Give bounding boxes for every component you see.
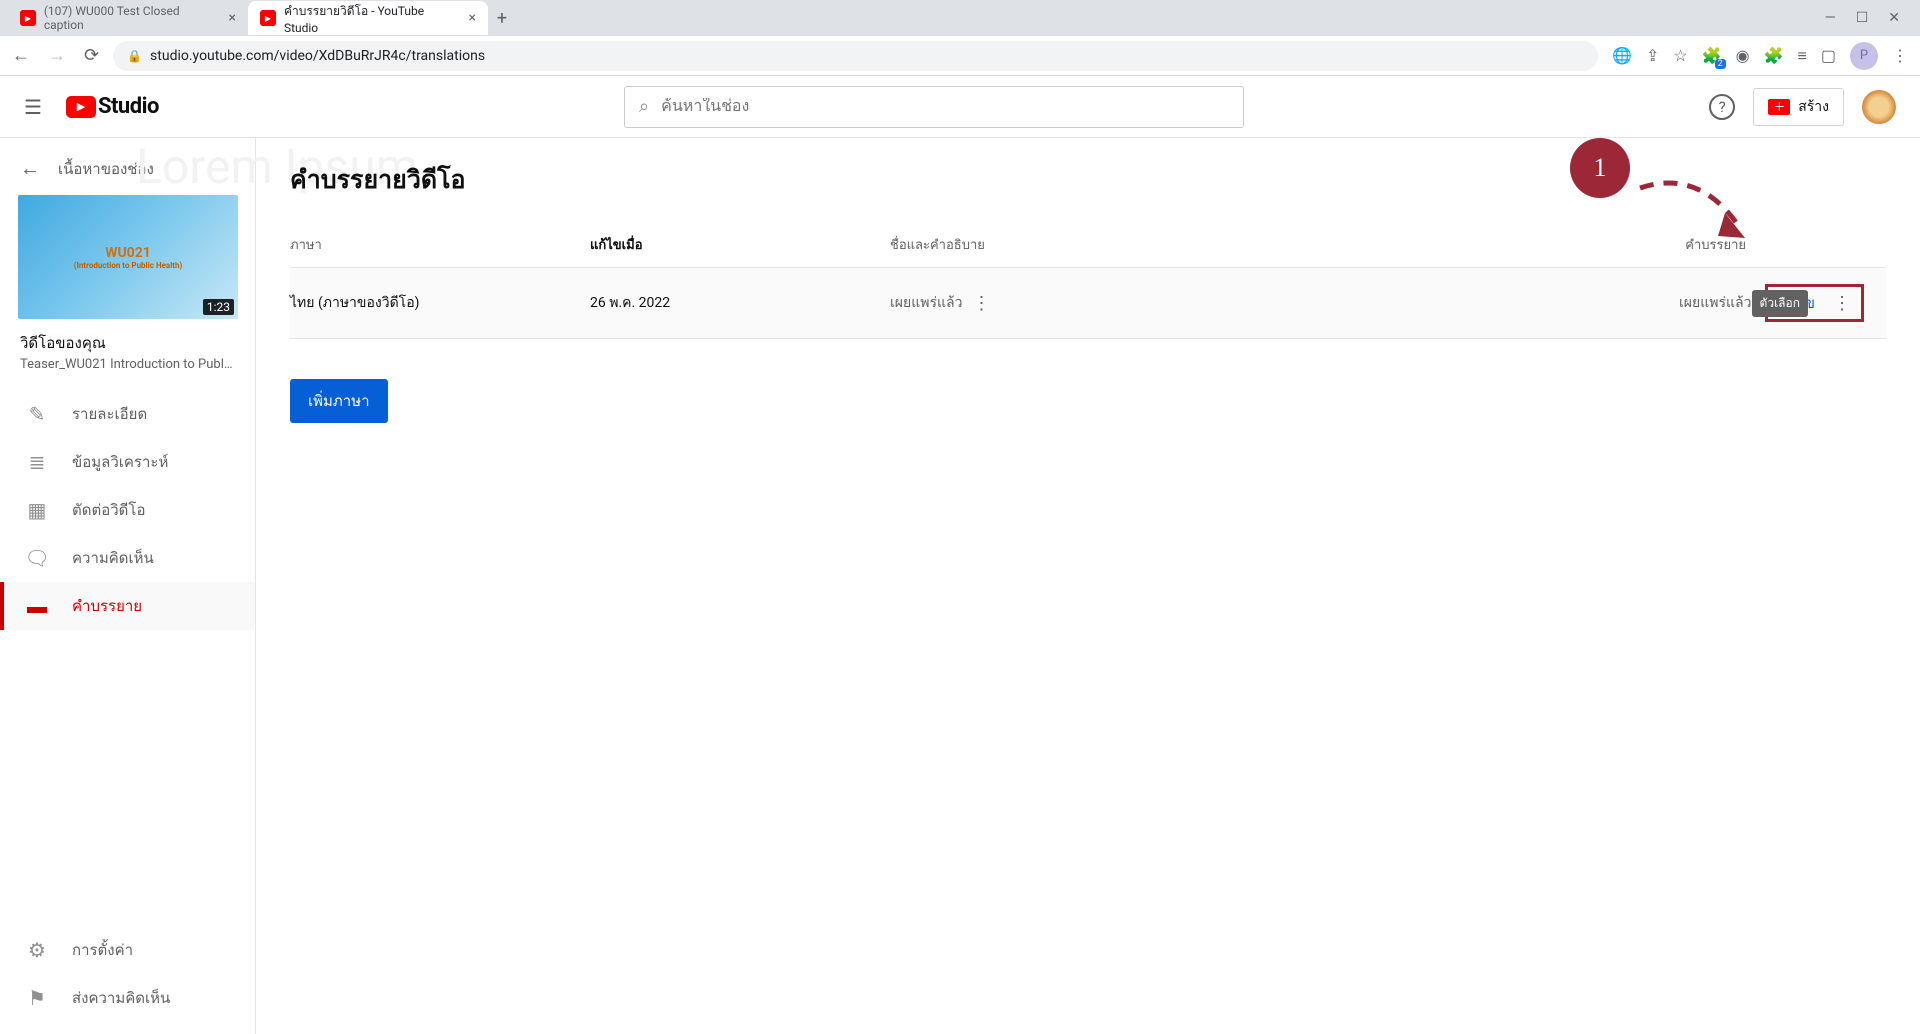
url-text: studio.youtube.com/video/XdDBuRrJR4c/tra… — [150, 48, 485, 64]
lock-icon: 🔒 — [127, 49, 142, 63]
tab-title: (107) WU000 Test Closed caption — [44, 4, 221, 32]
help-icon[interactable]: ? — [1709, 94, 1735, 120]
address-bar-row: ← → ⟳ 🔒 studio.youtube.com/video/XdDBuRr… — [0, 36, 1920, 76]
sidebar-item-label: ส่งความคิดเห็น — [72, 986, 170, 1010]
tab-title: คำบรรยายวิดีโอ - YouTube Studio — [284, 2, 461, 35]
options-tooltip: ตัวเลือก — [1752, 290, 1808, 317]
pencil-icon: ✎ — [26, 402, 48, 426]
hamburger-icon[interactable]: ☰ — [24, 95, 42, 119]
video-title-text: Teaser_WU021 Introduction to Publi... — [0, 357, 255, 390]
youtube-favicon — [20, 10, 36, 26]
options-kebab-icon[interactable]: ⋮ — [1833, 293, 1851, 314]
search-input[interactable] — [661, 98, 1229, 116]
side-panel-icon[interactable]: ▢ — [1821, 46, 1836, 65]
sidebar-item-subtitles[interactable]: ▬ คำบรรยาย — [0, 582, 255, 630]
sidebar-item-analytics[interactable]: ≣ ข้อมูลวิเคราะห์ — [0, 438, 255, 486]
table-header: ภาษา แก้ไขเมื่อ ชื่อและคำอธิบาย คำบรรยาย — [290, 222, 1886, 268]
reload-icon[interactable]: ⟳ — [84, 45, 99, 66]
reading-list-icon[interactable]: ≡ — [1798, 46, 1807, 66]
feedback-icon: ⚑ — [26, 986, 48, 1010]
create-video-icon: ＋ — [1768, 99, 1790, 115]
bookmark-icon[interactable]: ☆ — [1673, 46, 1687, 65]
back-arrow-icon[interactable]: ← — [20, 156, 40, 181]
sidebar-item-label: การตั้งค่า — [72, 938, 133, 962]
close-window-icon[interactable]: ✕ — [1888, 10, 1900, 26]
youtube-icon — [66, 96, 96, 118]
main-content: Lorem Ipsum คำบรรยายวิดีโอ ภาษา แก้ไขเมื… — [256, 138, 1920, 1034]
sidebar-item-label: รายละเอียด — [72, 402, 147, 426]
minimize-icon[interactable]: — — [1825, 10, 1836, 26]
forward-icon[interactable]: → — [48, 45, 66, 66]
table-row[interactable]: ไทย (ภาษาของวิดีโอ) 26 พ.ค. 2022 เผยแพร่… — [290, 268, 1886, 339]
browser-chrome: (107) WU000 Test Closed caption × คำบรรย… — [0, 0, 1920, 76]
browser-tab-active[interactable]: คำบรรยายวิดีโอ - YouTube Studio × — [248, 1, 488, 35]
extension-icon[interactable]: 🧩 — [1702, 46, 1722, 65]
sidebar-item-label: ความคิดเห็น — [72, 546, 154, 570]
studio-label: Studio — [98, 94, 159, 119]
tab-close-icon[interactable]: × — [469, 10, 476, 26]
sidebar-item-comments[interactable]: 🗨 ความคิดเห็น — [0, 534, 255, 582]
column-modified[interactable]: แก้ไขเมื่อ — [590, 234, 890, 255]
youtube-favicon — [260, 10, 276, 26]
search-icon: ⌕ — [639, 96, 649, 117]
column-language: ภาษา — [290, 234, 590, 255]
analytics-icon: ≣ — [26, 450, 48, 474]
search-box[interactable]: ⌕ — [624, 86, 1244, 128]
youtube-studio-logo[interactable]: Studio — [66, 94, 159, 119]
sidebar-item-feedback[interactable]: ⚑ ส่งความคิดเห็น — [0, 974, 255, 1022]
browser-tab-inactive[interactable]: (107) WU000 Test Closed caption × — [8, 1, 248, 35]
translate-icon[interactable]: 🌐 — [1612, 46, 1632, 65]
add-language-button[interactable]: เพิ่มภาษา — [290, 379, 388, 423]
tab-strip: (107) WU000 Test Closed caption × คำบรรย… — [0, 0, 1920, 36]
create-button[interactable]: ＋ สร้าง — [1753, 88, 1844, 126]
share-icon[interactable]: ⇪ — [1646, 46, 1659, 65]
tab-close-icon[interactable]: × — [229, 10, 236, 26]
page-title: คำบรรยายวิดีโอ — [290, 160, 1886, 200]
extension-icon[interactable]: ◉ — [1736, 46, 1750, 65]
kebab-icon[interactable]: ⋮ — [972, 293, 990, 314]
gear-icon: ⚙ — [26, 938, 48, 962]
duration-badge: 1:23 — [203, 299, 234, 315]
subtitles-icon: ▬ — [26, 594, 48, 619]
your-video-heading: วิดีโอของคุณ — [0, 319, 255, 357]
sidebar-item-details[interactable]: ✎ รายละเอียด — [0, 390, 255, 438]
cell-language: ไทย (ภาษาของวิดีโอ) — [290, 292, 590, 314]
sidebar-item-editor[interactable]: ▦ ตัดต่อวิดีโอ — [0, 486, 255, 534]
profile-avatar[interactable]: P — [1850, 42, 1878, 70]
column-subtitles: คำบรรยาย — [1190, 234, 1886, 255]
back-icon[interactable]: ← — [12, 45, 30, 66]
maximize-icon[interactable]: ☐ — [1856, 10, 1869, 26]
cell-modified: 26 พ.ค. 2022 — [590, 292, 890, 314]
channel-content-label: เนื้อหาของช่อง — [58, 157, 154, 181]
window-controls: — ☐ ✕ — [1825, 10, 1912, 26]
column-title-desc: ชื่อและคำอธิบาย — [890, 234, 1190, 255]
account-avatar[interactable] — [1862, 90, 1896, 124]
comments-icon: 🗨 — [26, 546, 48, 570]
extensions-menu-icon[interactable]: 🧩 — [1764, 46, 1784, 65]
app-header: ☰ Studio ⌕ ? ＋ สร้าง — [0, 76, 1920, 138]
cell-title-status: เผยแพร่แล้ว ⋮ — [890, 292, 1190, 314]
subtitles-status: เผยแพร่แล้ว — [1679, 292, 1751, 314]
kebab-menu-icon[interactable]: ⋮ — [1892, 46, 1908, 65]
create-label: สร้าง — [1798, 96, 1829, 118]
sidebar-item-label: ตัดต่อวิดีโอ — [72, 498, 145, 522]
sidebar-item-settings[interactable]: ⚙ การตั้งค่า — [0, 926, 255, 974]
new-tab-button[interactable]: + — [488, 4, 516, 32]
address-bar[interactable]: 🔒 studio.youtube.com/video/XdDBuRrJR4c/t… — [113, 41, 1598, 71]
sidebar-item-label: คำบรรยาย — [72, 594, 142, 618]
video-thumbnail[interactable]: WU021 (Introduction to Public Health) 1:… — [18, 195, 238, 319]
languages-table: ภาษา แก้ไขเมื่อ ชื่อและคำอธิบาย คำบรรยาย… — [290, 222, 1886, 339]
editor-icon: ▦ — [26, 498, 48, 522]
sidebar-item-label: ข้อมูลวิเคราะห์ — [72, 450, 168, 474]
sidebar: ← เนื้อหาของช่อง WU021 (Introduction to … — [0, 138, 256, 1034]
